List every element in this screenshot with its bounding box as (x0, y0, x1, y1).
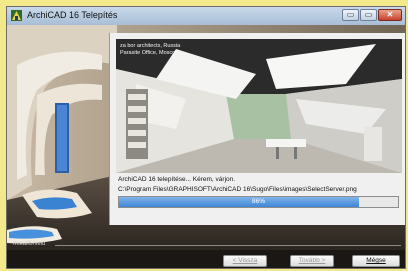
installer-window: ArchiCAD 16 Telepítés ▭ ▭ ✕ za bor archi… (6, 6, 406, 269)
progress-percent: 86% (251, 198, 265, 205)
window-title: ArchiCAD 16 Telepítés (27, 10, 118, 20)
current-file-path: C:\Program Files\GRAPHISOFT\ArchiCAD 16\… (118, 186, 357, 193)
minimize-icon: ▭ (346, 10, 355, 19)
brand-divider (55, 245, 401, 246)
installshield-label: InstallShield (13, 241, 46, 247)
screenshot-frame: ArchiCAD 16 Telepítés ▭ ▭ ✕ za bor archi… (0, 0, 408, 271)
cancel-button[interactable]: Mégse (352, 255, 400, 267)
installshield-brand-row: InstallShield (7, 240, 405, 252)
minimize-button[interactable]: ▭ (342, 9, 359, 21)
photo-caption: za bor architects, Russia Parasite Offic… (120, 43, 180, 57)
install-status-text: ArchiCAD 16 telepítése... Kérem, várjon. (118, 176, 236, 183)
maximize-icon: ▭ (364, 10, 373, 19)
photo-caption-line-2: Parasite Office, Moscow (120, 50, 180, 56)
next-button[interactable]: Tovább > (290, 255, 334, 267)
showcase-photo: za bor architects, Russia Parasite Offic… (116, 39, 402, 173)
back-button-label: < Vissza (232, 257, 258, 264)
photo-caption-line-1: za bor architects, Russia (120, 43, 181, 49)
archicad-app-icon (11, 10, 22, 21)
window-controls: ▭ ▭ ✕ (342, 9, 402, 21)
office-interior-photo (116, 39, 402, 173)
close-icon: ✕ (386, 10, 394, 19)
back-button[interactable]: < Vissza (223, 255, 267, 267)
close-button[interactable]: ✕ (378, 9, 402, 21)
cancel-button-label: Mégse (366, 257, 386, 264)
next-button-label: Tovább > (298, 257, 326, 264)
install-progress-bar: 86% (118, 196, 399, 208)
installer-content-panel: za bor architects, Russia Parasite Offic… (109, 33, 405, 225)
maximize-button[interactable]: ▭ (360, 9, 377, 21)
title-bar[interactable]: ArchiCAD 16 Telepítés ▭ ▭ ✕ (7, 7, 405, 25)
